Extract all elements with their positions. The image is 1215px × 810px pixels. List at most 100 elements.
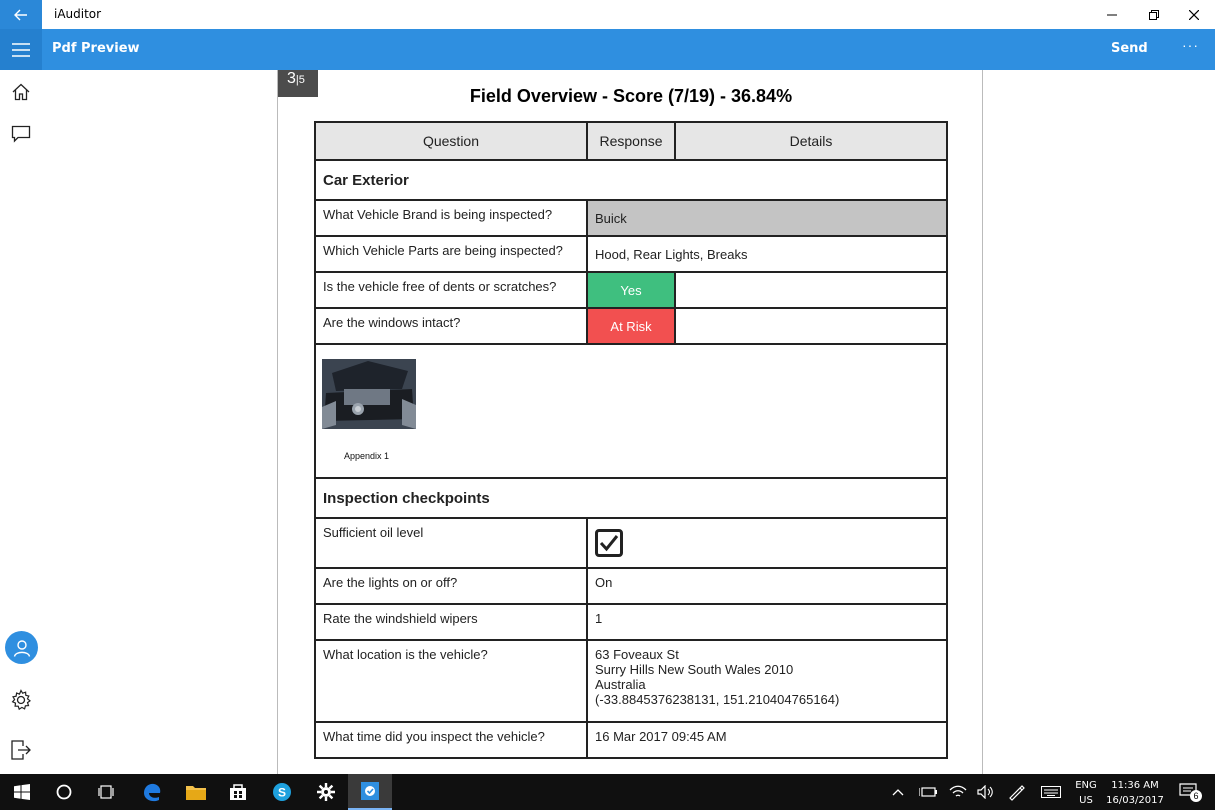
page-title: Pdf Preview (52, 41, 140, 56)
checkmark-icon (599, 535, 619, 552)
pdf-page: 3|5 Field Overview - Score (7/19) - 36.8… (277, 70, 983, 774)
report-table: Question Response Details Car Exterior W… (314, 121, 948, 759)
section-row: Car Exterior (314, 159, 948, 201)
photo-caption: Appendix 1 (344, 451, 390, 461)
minimize-icon (1107, 14, 1117, 15)
table-row: Rate the windshield wipers 1 (314, 603, 948, 641)
section-row: Inspection checkpoints (314, 477, 948, 519)
start-button[interactable] (0, 774, 44, 810)
restore-button[interactable] (1133, 0, 1175, 29)
header-details: Details (674, 121, 948, 161)
question-cell: What location is the vehicle? (314, 639, 588, 723)
photo-cell: Appendix 1 (314, 343, 948, 479)
table-row: Is the vehicle free of dents or scratche… (314, 271, 948, 309)
cortana-circle-icon (56, 784, 72, 800)
taskbar-app-settings[interactable] (304, 774, 348, 810)
table-row: Which Vehicle Parts are being inspected?… (314, 235, 948, 273)
sidebar-item-home[interactable] (0, 72, 42, 112)
minimize-button[interactable] (1091, 0, 1133, 29)
input-language[interactable]: ENG US (1070, 778, 1102, 808)
action-center-button[interactable]: 6 (1170, 774, 1210, 810)
response-at-risk-badge: At Risk (586, 307, 676, 345)
settings-gear-icon (317, 783, 335, 801)
speaker-icon (977, 785, 993, 799)
send-button[interactable]: Send (1111, 41, 1148, 56)
svg-text:S: S (278, 786, 286, 800)
sidebar-item-settings[interactable] (0, 680, 42, 720)
question-cell: Are the lights on or off? (314, 567, 588, 605)
question-cell: Which Vehicle Parts are being inspected? (314, 235, 588, 273)
table-row: Are the lights on or off? On (314, 567, 948, 605)
windows-logo-icon (14, 784, 30, 800)
sign-out-icon (11, 740, 31, 760)
response-cell: Buick (586, 199, 948, 237)
section-title: Inspection checkpoints (314, 477, 948, 519)
details-cell (674, 271, 948, 309)
profile-avatar-button[interactable] (5, 631, 38, 664)
taskbar-app-store[interactable] (216, 774, 260, 810)
header-question: Question (314, 121, 588, 161)
table-row: Sufficient oil level (314, 517, 948, 569)
taskbar-app-skype[interactable]: S (260, 774, 304, 810)
hamburger-icon (12, 42, 30, 57)
title-bar: iAuditor (0, 0, 1215, 29)
region-label: US (1079, 795, 1093, 806)
table-row: What time did you inspect the vehicle? 1… (314, 721, 948, 759)
photo-row: Appendix 1 (314, 343, 948, 479)
response-cell (586, 517, 948, 569)
response-cell: 63 Foveaux St Surry Hills New South Wale… (586, 639, 948, 723)
touch-keyboard-button[interactable] (1030, 774, 1072, 810)
pen-icon (1009, 785, 1025, 801)
question-cell: What Vehicle Brand is being inspected? (314, 199, 588, 237)
response-cell: 1 (586, 603, 948, 641)
windows-taskbar: S ENG US 11:36 AM 16/03/2017 6 (0, 774, 1215, 810)
keyboard-icon (1041, 786, 1061, 798)
chevron-up-icon (892, 789, 904, 796)
pdf-preview-area[interactable]: 3|5 Field Overview - Score (7/19) - 36.8… (42, 70, 1215, 774)
menu-button[interactable] (0, 29, 42, 70)
report-title: Field Overview - Score (7/19) - 36.84% (469, 86, 793, 106)
response-yes-badge: Yes (586, 271, 676, 309)
iauditor-app-icon (361, 782, 379, 800)
back-arrow-icon (14, 9, 27, 20)
clock-date: 16/03/2017 (1106, 795, 1164, 806)
question-cell: Is the vehicle free of dents or scratche… (314, 271, 588, 309)
clock-time: 11:36 AM (1111, 780, 1159, 791)
home-icon (12, 83, 30, 101)
taskbar-app-file-explorer[interactable] (174, 774, 218, 810)
table-header-row: Question Response Details (314, 121, 948, 161)
question-cell: Sufficient oil level (314, 517, 588, 569)
sidebar-item-sign-out[interactable] (0, 730, 42, 770)
section-title: Car Exterior (314, 159, 948, 201)
taskbar-app-edge[interactable] (130, 774, 174, 810)
back-button[interactable] (0, 0, 42, 29)
gear-icon (11, 689, 31, 711)
edge-browser-icon (144, 783, 161, 802)
table-row: What location is the vehicle? 63 Foveaux… (314, 639, 948, 723)
table-row: What Vehicle Brand is being inspected? B… (314, 199, 948, 237)
table-row: Are the windows intact? At Risk (314, 307, 948, 345)
details-cell (674, 307, 948, 345)
taskbar-app-iauditor[interactable] (348, 774, 392, 810)
app-header: Pdf Preview Send ··· (0, 29, 1215, 70)
clock[interactable]: 11:36 AM 16/03/2017 (1103, 778, 1167, 808)
response-cell: Hood, Rear Lights, Breaks (586, 235, 948, 273)
store-bag-icon (230, 784, 246, 800)
skype-icon: S (273, 783, 291, 801)
page-current: 3 (287, 70, 296, 87)
task-view-icon (98, 785, 114, 799)
chat-bubble-icon (11, 125, 31, 143)
cortana-button[interactable] (42, 774, 86, 810)
battery-icon (919, 787, 937, 797)
response-cell: On (586, 567, 948, 605)
more-options-button[interactable]: ··· (1182, 37, 1199, 53)
close-button[interactable] (1173, 0, 1215, 29)
checkbox-checked (595, 529, 623, 557)
question-cell: Are the windows intact? (314, 307, 588, 345)
task-view-button[interactable] (84, 774, 128, 810)
car-engine-photo[interactable] (322, 359, 416, 429)
sidebar-item-messages[interactable] (0, 114, 42, 154)
folder-icon (186, 786, 206, 800)
wifi-icon (949, 785, 967, 797)
restore-icon (1149, 9, 1159, 20)
